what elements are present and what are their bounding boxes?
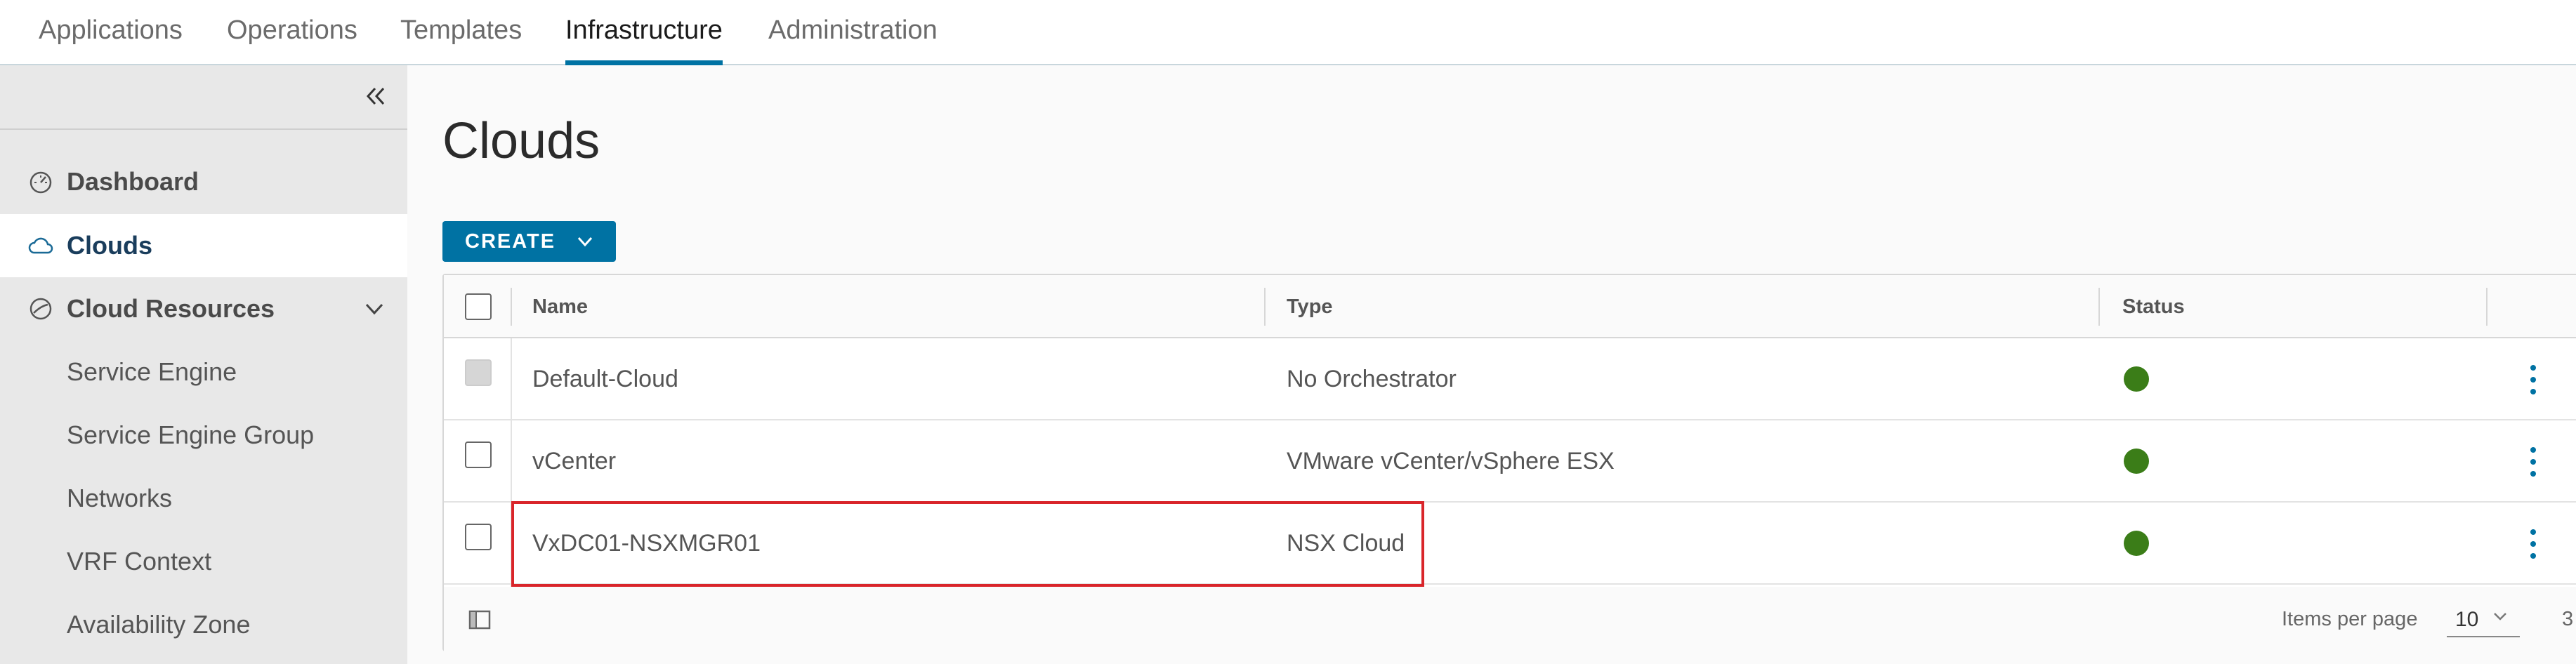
- column-header-status[interactable]: Status: [2122, 275, 2185, 338]
- sidebar-subitem-label: VRF Context: [67, 547, 212, 576]
- sidebar-subitem-label: Networks: [67, 484, 173, 512]
- row-checkbox: [465, 359, 492, 386]
- sidebar-item-label: Cloud Resources: [67, 294, 275, 323]
- sidebar-item-clouds[interactable]: Clouds: [0, 214, 407, 277]
- items-count: 3: [2562, 608, 2574, 630]
- chevron-down-icon[interactable]: [362, 297, 386, 321]
- sidebar-subitem-label: Service Engine Group: [67, 420, 315, 449]
- column-header-type[interactable]: Type: [1287, 275, 1333, 338]
- column-header-name[interactable]: Name: [532, 275, 588, 338]
- table-footer: Items per page 10 3: [444, 587, 2576, 651]
- double-chevron-left-icon[interactable]: [364, 84, 388, 108]
- sidebar-subitem-service-engine-group[interactable]: Service Engine Group: [0, 404, 407, 467]
- create-button[interactable]: CREATE: [442, 221, 616, 262]
- items-per-page-label: Items per page: [2282, 608, 2418, 630]
- column-separator[interactable]: [1264, 288, 1266, 326]
- top-navigation: Applications Operations Templates Infras…: [0, 0, 2576, 65]
- cloud-icon: [28, 237, 53, 254]
- chevron-down-icon: [577, 237, 593, 247]
- row-checkbox[interactable]: [465, 524, 492, 550]
- create-button-label: CREATE: [465, 230, 556, 253]
- cell-type: VMware vCenter/vSphere ESX: [1287, 448, 1615, 474]
- select-all-checkbox[interactable]: [465, 293, 492, 320]
- page-title: Clouds: [442, 113, 600, 169]
- column-separator[interactable]: [2098, 288, 2100, 326]
- dashboard-icon: [29, 171, 52, 194]
- highlight-box: [511, 501, 1424, 587]
- sidebar-subitem-label: Service Engine: [67, 357, 237, 386]
- tab-administration[interactable]: Administration: [768, 0, 938, 65]
- sidebar-item-cloud-resources[interactable]: Cloud Resources: [0, 277, 407, 340]
- table-row[interactable]: vCenter VMware vCenter/vSphere ESX: [444, 420, 2576, 503]
- sidebar-subitem-label: Availability Zone: [67, 610, 251, 639]
- sidebar-subitem-service-engine[interactable]: Service Engine: [0, 340, 407, 404]
- table-header: Name Type Status: [444, 275, 2576, 338]
- cell-name: vCenter: [532, 448, 617, 474]
- column-toggle-icon[interactable]: [468, 608, 492, 632]
- tab-operations[interactable]: Operations: [227, 0, 357, 65]
- sidebar-item-dashboard[interactable]: Dashboard: [0, 150, 407, 213]
- sidebar: Dashboard Clouds Cloud Resources Service…: [0, 65, 407, 664]
- cell-name: Default-Cloud: [532, 366, 678, 392]
- table-row[interactable]: Default-Cloud No Orchestrator: [444, 338, 2576, 420]
- row-actions-icon[interactable]: [2523, 362, 2544, 397]
- tab-infrastructure[interactable]: Infrastructure: [565, 0, 723, 65]
- items-per-page-select[interactable]: 10: [2447, 602, 2520, 637]
- clouds-table: Name Type Status Default-Cloud No Orches…: [442, 274, 2576, 651]
- row-actions-icon[interactable]: [2523, 526, 2544, 562]
- sidebar-collapse-bar: [0, 65, 407, 130]
- status-indicator: [2124, 449, 2149, 474]
- chevron-down-icon: [2494, 613, 2506, 620]
- row-checkbox[interactable]: [465, 441, 492, 468]
- column-separator[interactable]: [2486, 288, 2488, 326]
- row-actions-icon[interactable]: [2523, 444, 2544, 479]
- status-indicator: [2124, 366, 2149, 392]
- column-separator: [511, 288, 512, 326]
- items-per-page-value: 10: [2455, 608, 2479, 631]
- tab-applications[interactable]: Applications: [39, 0, 183, 65]
- sidebar-item-label: Clouds: [67, 231, 152, 260]
- cell-type: No Orchestrator: [1287, 366, 1457, 392]
- sidebar-subitem-vrf-context[interactable]: VRF Context: [0, 530, 407, 593]
- sidebar-subitem-networks[interactable]: Networks: [0, 467, 407, 530]
- sidebar-subitem-availability-zone[interactable]: Availability Zone: [0, 593, 407, 656]
- tab-templates[interactable]: Templates: [400, 0, 522, 65]
- status-indicator: [2124, 531, 2149, 556]
- sidebar-item-label: Dashboard: [67, 167, 199, 196]
- cloud-resources-icon: [29, 298, 52, 320]
